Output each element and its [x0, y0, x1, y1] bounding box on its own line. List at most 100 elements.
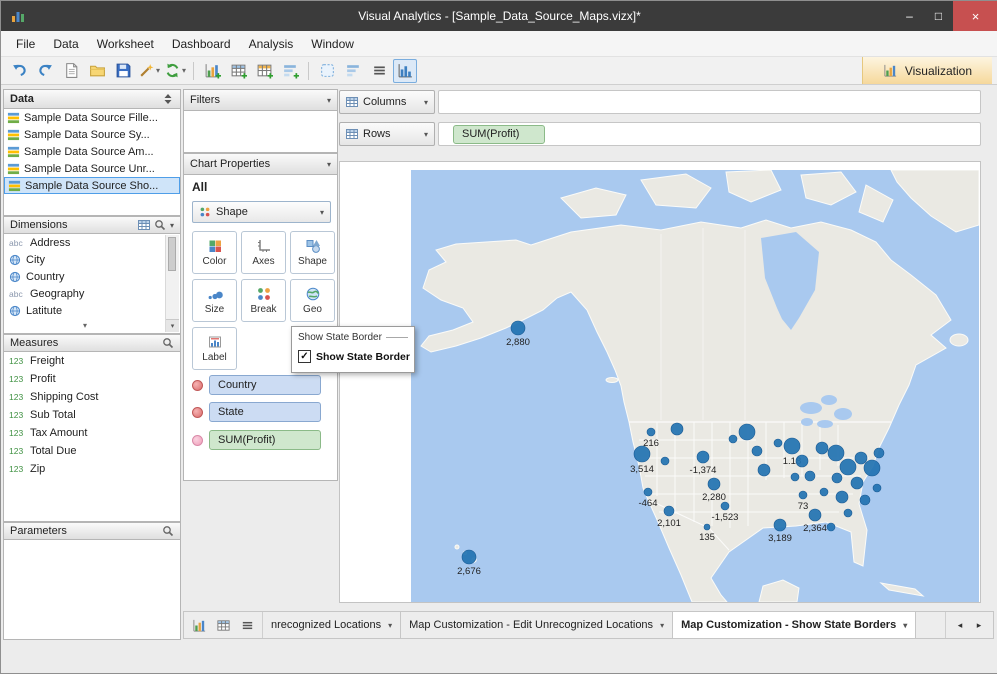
scroll-down-button[interactable]: ▾ — [166, 319, 179, 332]
menu-item[interactable]: Dashboard — [163, 31, 240, 56]
search-icon[interactable] — [154, 219, 166, 231]
dimension-item[interactable]: abc Geography — [4, 285, 180, 302]
crosstab-tab-icon-button[interactable] — [213, 615, 233, 635]
chart-type-select[interactable]: Shape ▾ — [192, 201, 331, 223]
data-panel-header[interactable]: Data — [3, 89, 181, 109]
measure-item[interactable]: 123 Total Due — [4, 442, 180, 460]
binding-pill-country[interactable]: Country — [209, 375, 321, 395]
dimension-item[interactable]: geo Latitute — [4, 302, 180, 319]
map-bubble[interactable] — [721, 502, 729, 510]
tab-list-menu-button[interactable] — [237, 615, 257, 635]
collapse-arrow-icon[interactable]: ▾ — [327, 160, 331, 169]
dimension-item[interactable]: geo Country — [4, 268, 180, 285]
dropdown-arrow-icon[interactable]: ▾ — [156, 66, 160, 75]
map-bubble[interactable] — [697, 451, 709, 463]
dropdown-arrow-icon[interactable]: ▾ — [170, 221, 174, 230]
map-bubble[interactable] — [647, 428, 655, 436]
dropdown-arrow-icon[interactable]: ▾ — [424, 98, 428, 107]
map-bubble[interactable] — [864, 460, 880, 476]
map-bubble[interactable] — [671, 423, 683, 435]
axes-button[interactable]: Axes — [241, 231, 286, 274]
map-bubble[interactable] — [828, 445, 844, 461]
minimize-button[interactable]: – — [895, 1, 924, 31]
maximize-button[interactable]: □ — [924, 1, 953, 31]
map-bubble[interactable] — [784, 438, 800, 454]
chart-properties-header[interactable]: Chart Properties ▾ — [183, 153, 338, 175]
map-bubble[interactable] — [664, 506, 674, 516]
tabs-next-button[interactable]: ▸ — [971, 617, 987, 633]
chart-toggle-button[interactable] — [393, 59, 417, 83]
menu-item[interactable]: Data — [44, 31, 87, 56]
measure-item[interactable]: 123 Tax Amount — [4, 424, 180, 442]
show-state-border-checkbox[interactable]: ✓ — [298, 350, 311, 363]
break-button[interactable]: Break — [241, 279, 286, 322]
filters-header[interactable]: Filters ▾ — [183, 89, 338, 111]
measure-item[interactable]: 123 Shipping Cost — [4, 388, 180, 406]
chart-canvas[interactable]: 2,8802,6762163,514-4642,101-1,3742,280-1… — [339, 161, 981, 603]
close-button[interactable]: × — [953, 1, 997, 31]
collapse-arrow-icon[interactable]: ▾ — [327, 96, 331, 105]
map-bubble[interactable] — [855, 452, 867, 464]
selection-container-button[interactable] — [315, 59, 339, 83]
scroll-more-indicator[interactable]: ▾ — [4, 321, 166, 333]
map-bubble[interactable] — [752, 446, 762, 456]
color-button[interactable]: Color — [192, 231, 237, 274]
rows-shelf-area[interactable]: SUM(Profit) — [438, 122, 981, 146]
insert-selection-button[interactable] — [278, 59, 302, 83]
map-bubble[interactable] — [809, 509, 821, 521]
list-view-button[interactable] — [367, 59, 391, 83]
chart-tab-icon-button[interactable] — [189, 615, 209, 635]
insert-crosstab-button[interactable] — [226, 59, 250, 83]
columns-shelf-area[interactable] — [438, 90, 981, 114]
measure-item[interactable]: 123 Profit — [4, 370, 180, 388]
map-bubble[interactable] — [462, 550, 476, 564]
geo-button[interactable]: Geo — [290, 279, 335, 322]
tab-dropdown-icon[interactable]: ▾ — [388, 621, 392, 630]
tabs-prev-button[interactable]: ◂ — [952, 617, 968, 633]
sort-bars-button[interactable] — [341, 59, 365, 83]
binding-pill-state[interactable]: State — [209, 402, 321, 422]
dropdown-arrow-icon[interactable]: ▾ — [424, 130, 428, 139]
rows-shelf-button[interactable]: Rows ▾ — [339, 122, 435, 146]
parameters-header[interactable]: Parameters — [3, 522, 181, 540]
map-visualization[interactable]: 2,8802,6762163,514-4642,101-1,3742,280-1… — [411, 170, 979, 602]
measure-item[interactable]: 123 Sub Total — [4, 406, 180, 424]
map-bubble[interactable] — [739, 424, 755, 440]
menu-item[interactable]: Window — [302, 31, 363, 56]
bottom-tab[interactable]: nrecognized Locations ▾ — [263, 612, 401, 638]
map-bubble[interactable] — [758, 464, 770, 476]
map-bubble[interactable] — [774, 439, 782, 447]
dimension-item[interactable]: abc Address — [4, 234, 180, 251]
bottom-tab[interactable]: Map Customization - Show State Borders ▾ — [673, 612, 916, 638]
insert-chart-button[interactable] — [200, 59, 224, 83]
map-bubble[interactable] — [634, 446, 650, 462]
new-document-button[interactable] — [59, 59, 83, 83]
columns-shelf-button[interactable]: Columns ▾ — [339, 90, 435, 114]
map-bubble[interactable] — [874, 448, 884, 458]
shape-button[interactable]: Shape — [290, 231, 335, 274]
binding-pill-sum-profit[interactable]: SUM(Profit) — [209, 430, 321, 450]
map-bubble[interactable] — [644, 488, 652, 496]
data-source-item[interactable]: Sample Data Source Unr... — [4, 160, 180, 177]
visualization-tab[interactable]: Visualization — [862, 57, 992, 84]
data-source-item[interactable]: Sample Data Source Sho... — [4, 177, 180, 194]
measures-header[interactable]: Measures — [3, 334, 181, 352]
map-bubble[interactable] — [661, 457, 669, 465]
map-bubble[interactable] — [708, 478, 720, 490]
format-wand-button[interactable]: ▾ — [137, 59, 161, 83]
menu-item[interactable]: File — [7, 31, 44, 56]
map-bubble[interactable] — [799, 491, 807, 499]
open-button[interactable] — [85, 59, 109, 83]
map-bubble[interactable] — [704, 524, 710, 530]
rows-pill-sum-profit[interactable]: SUM(Profit) — [453, 125, 545, 144]
redo-button[interactable] — [33, 59, 57, 83]
measure-item[interactable]: 123 Zip — [4, 460, 180, 478]
map-bubble[interactable] — [816, 442, 828, 454]
bottom-tab[interactable]: Map Customization - Edit Unrecognized Lo… — [401, 612, 673, 638]
map-bubble[interactable] — [805, 471, 815, 481]
dimension-item[interactable]: geo City — [4, 251, 180, 268]
tab-dropdown-icon[interactable]: ▾ — [903, 621, 907, 630]
scrollbar[interactable]: ▾ — [165, 235, 179, 332]
map-bubble[interactable] — [791, 473, 799, 481]
size-button[interactable]: Size — [192, 279, 237, 322]
